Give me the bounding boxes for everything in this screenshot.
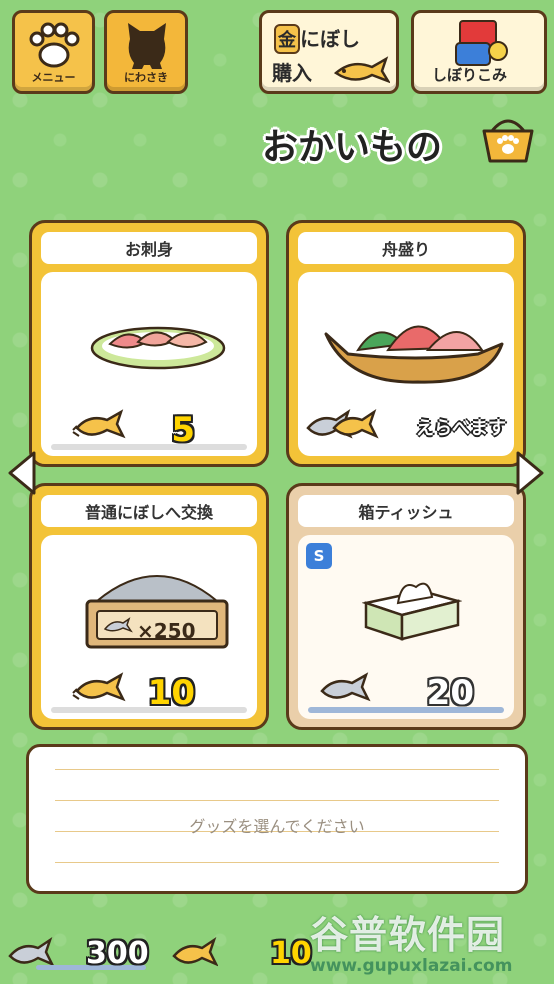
buy-gold-niboshi-button[interactable]: 金にぼし 購入: [259, 10, 399, 94]
item-card-funamori[interactable]: 舟盛り えらべます: [286, 220, 526, 467]
sashimi-boat-icon: [324, 325, 504, 384]
cat-icon: [128, 23, 166, 69]
menu-label: メニュー: [31, 71, 76, 84]
watermark: 谷普软件园 www.gupuxlazai.com: [300, 904, 550, 982]
page-title: おかいもの: [262, 127, 443, 168]
filter-button[interactable]: しぼりこみ: [411, 10, 547, 94]
exchange-amount: ×250: [137, 619, 196, 643]
item-name: 箱ティッシュ: [298, 495, 514, 527]
gold-niboshi-icon: [72, 409, 126, 439]
gold-badge: 金: [274, 24, 300, 54]
silver-gold-niboshi-icon: [306, 408, 379, 439]
filter-goods-icon: [455, 20, 508, 66]
watermark-url: www.gupuxlazai.com: [310, 956, 513, 976]
gold-niboshi-icon: [172, 936, 218, 967]
silver-niboshi-count: 300: [86, 936, 149, 971]
buy-line1: にぼし: [300, 27, 360, 51]
menu-button[interactable]: メニュー: [12, 10, 95, 94]
gold-niboshi-icon: [72, 672, 126, 702]
silver-niboshi-icon: [320, 672, 371, 702]
gold-fish-icon: [333, 56, 390, 84]
item-card-sashimi[interactable]: お刺身 5: [29, 220, 269, 467]
watermark-text: 谷普软件园: [310, 913, 506, 957]
prev-page-arrow-icon[interactable]: [4, 449, 38, 497]
silver-niboshi-counter: 300: [6, 934, 156, 974]
item-name: お刺身: [41, 232, 257, 264]
yard-label: にわさき: [124, 71, 168, 84]
item-price: えらべます: [416, 418, 506, 439]
filter-label: しぼりこみ: [432, 66, 508, 84]
sashimi-icon: [90, 326, 226, 370]
niboshi-crate-icon: [85, 575, 229, 649]
gold-niboshi-counter: 10: [170, 934, 320, 974]
item-name: 舟盛り: [298, 232, 514, 264]
item-description-box: グッズを選んでください: [26, 744, 528, 894]
next-page-arrow-icon[interactable]: [514, 449, 548, 497]
paw-icon: [29, 22, 80, 68]
item-card-exchange-niboshi[interactable]: 普通にぼしへ交換 ×250 10: [29, 483, 269, 730]
description-placeholder: グッズを選んでください: [189, 817, 365, 836]
item-name: 普通にぼしへ交換: [41, 495, 257, 527]
buy-line2: 購入: [272, 61, 312, 85]
item-card-tissue-box[interactable]: 箱ティッシュ S 20: [286, 483, 526, 730]
size-badge: S: [306, 543, 332, 569]
shopping-basket-icon: [482, 119, 534, 163]
tissue-box-icon: [362, 582, 462, 641]
yard-button[interactable]: にわさき: [104, 10, 188, 94]
